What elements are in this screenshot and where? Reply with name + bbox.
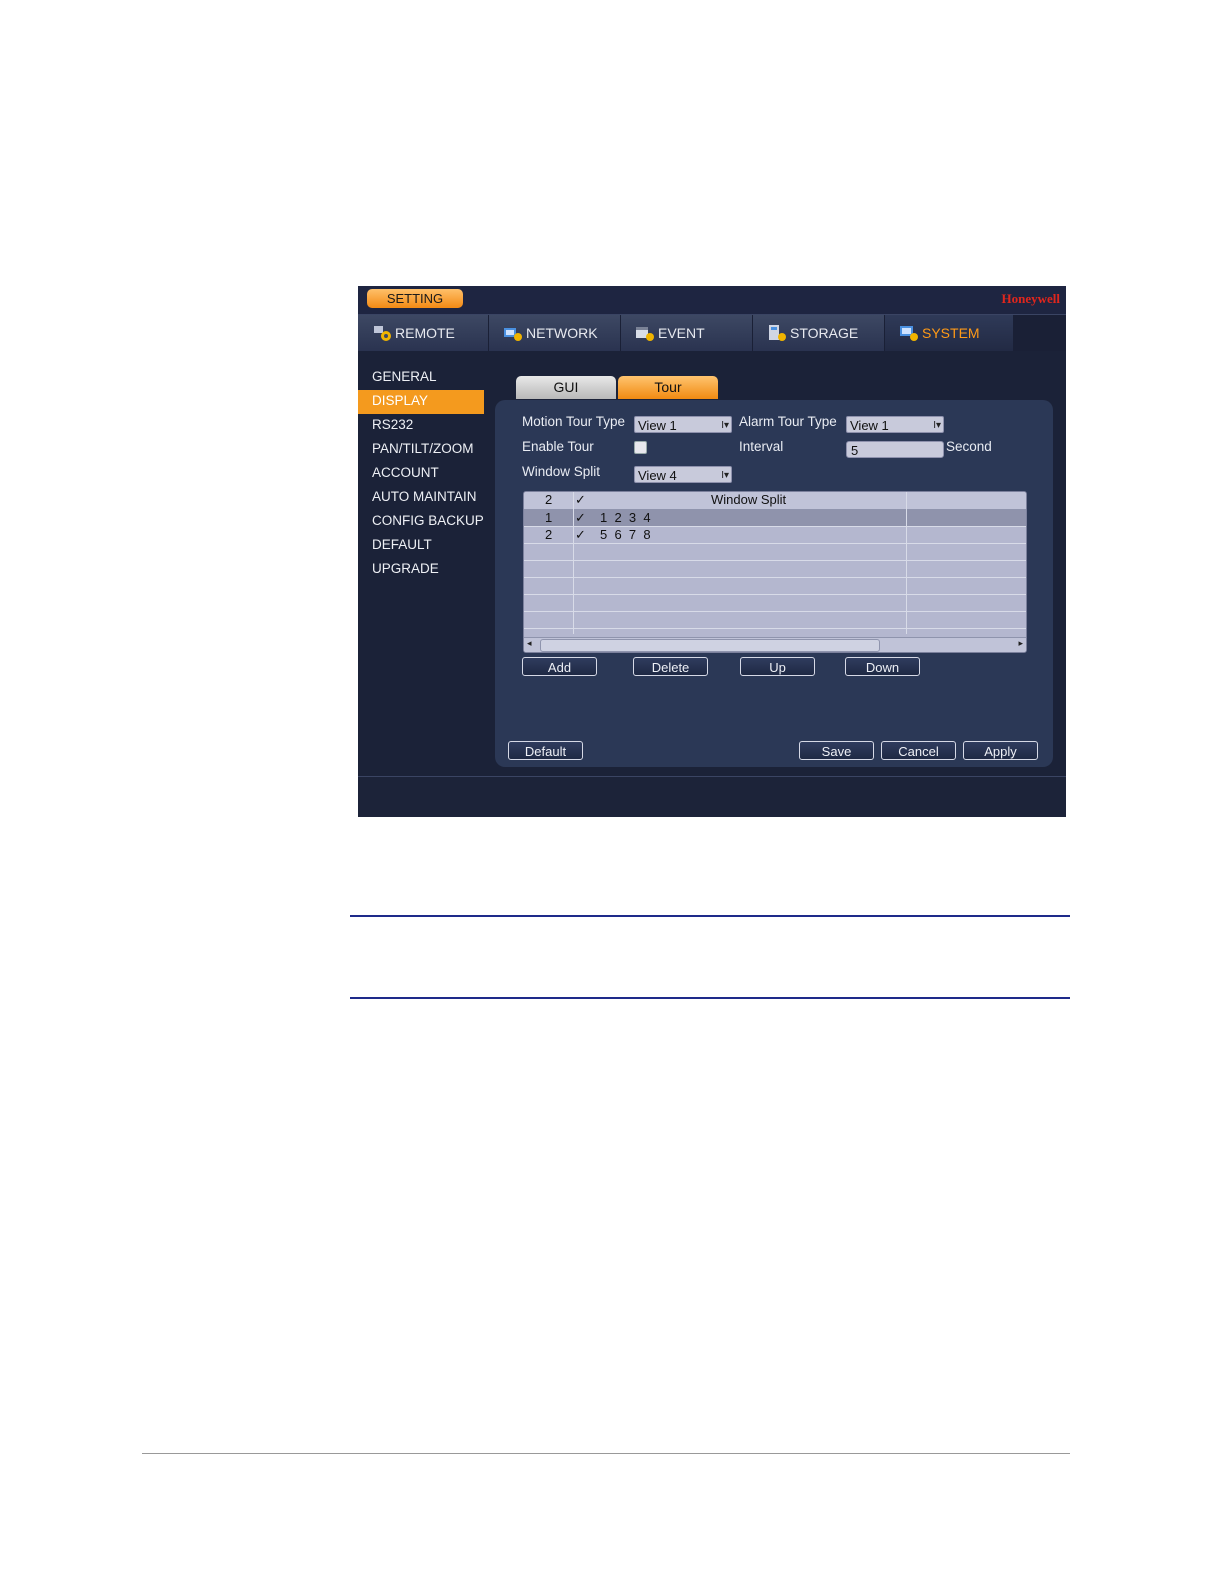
storage-gear-icon <box>767 324 787 342</box>
tab-remote[interactable]: REMOTE <box>358 315 489 351</box>
subtab-gui[interactable]: GUI <box>516 376 616 399</box>
motion-tour-type-label: Motion Tour Type <box>522 414 626 429</box>
sidebar-item-config-backup[interactable]: CONFIG BACKUP <box>358 510 484 534</box>
table-row-empty <box>524 595 1026 612</box>
subtab-tour[interactable]: Tour <box>618 376 718 399</box>
tab-event-label: EVENT <box>658 325 705 341</box>
interval-input[interactable]: 5 <box>846 441 944 458</box>
tour-list-table[interactable]: 2 ✓ Window Split 1 ✓ 1 2 3 4 2 ✓ 5 6 7 8… <box>523 491 1027 653</box>
row-number: 2 <box>545 527 553 542</box>
dropdown-arrow-icon: I▾ <box>721 470 729 481</box>
sidebar-item-rs232[interactable]: RS232 <box>358 414 484 438</box>
sidebar-item-account[interactable]: ACCOUNT <box>358 462 484 486</box>
main-tab-bar: REMOTE NETWORK EVENT STORAGE SYSTEM <box>358 315 1066 351</box>
cancel-button[interactable]: Cancel <box>881 741 956 760</box>
table-row-empty <box>524 612 1026 629</box>
status-bar <box>358 776 1066 817</box>
dropdown-arrow-icon: I▾ <box>721 420 729 431</box>
alarm-tour-type-label: Alarm Tour Type <box>739 414 837 429</box>
tab-storage-label: STORAGE <box>790 325 859 341</box>
table-row-empty <box>524 578 1026 595</box>
title-bar: SETTING Honeywell <box>358 286 1066 315</box>
tab-system-label: SYSTEM <box>922 325 980 341</box>
header-count: 2 <box>545 492 553 507</box>
dvr-settings-window: SETTING Honeywell REMOTE NETWORK EVENT S… <box>358 286 1066 817</box>
window-split-label: Window Split <box>522 464 601 479</box>
sidebar-item-pan-tilt-zoom[interactable]: PAN/TILT/ZOOM <box>358 438 484 462</box>
table-row[interactable]: 1 ✓ 1 2 3 4 <box>524 510 1026 527</box>
alarm-tour-type-select[interactable]: View 1 I▾ <box>846 416 944 433</box>
up-button[interactable]: Up <box>740 657 815 676</box>
column-divider <box>573 492 574 634</box>
table-header: 2 ✓ Window Split <box>524 492 1026 510</box>
sidebar: GENERAL DISPLAY RS232 PAN/TILT/ZOOM ACCO… <box>358 366 484 582</box>
alarm-tour-type-value: View 1 <box>850 418 889 433</box>
sidebar-item-upgrade[interactable]: UPGRADE <box>358 558 484 582</box>
column-divider <box>906 492 907 634</box>
apply-button[interactable]: Apply <box>963 741 1038 760</box>
system-gear-icon <box>899 324 919 342</box>
row-number: 1 <box>545 510 553 525</box>
scroll-left-icon[interactable]: ◂ <box>527 638 532 649</box>
sidebar-item-default[interactable]: DEFAULT <box>358 534 484 558</box>
enable-tour-checkbox[interactable] <box>634 441 647 454</box>
interval-label: Interval <box>739 439 784 454</box>
add-button[interactable]: Add <box>522 657 597 676</box>
header-check-icon[interactable]: ✓ <box>575 492 586 508</box>
enable-tour-label: Enable Tour <box>522 439 594 454</box>
event-gear-icon <box>635 324 655 342</box>
motion-tour-type-select[interactable]: View 1 I▾ <box>634 416 732 433</box>
tab-network[interactable]: NETWORK <box>489 315 621 351</box>
tab-system[interactable]: SYSTEM <box>885 315 1014 351</box>
scrollbar-thumb[interactable] <box>540 639 880 652</box>
delete-button[interactable]: Delete <box>633 657 708 676</box>
note-top-rule <box>350 915 1070 917</box>
tab-remote-label: REMOTE <box>395 325 455 341</box>
horizontal-scrollbar[interactable]: ◂ ▸ <box>524 637 1026 652</box>
row-channels: 1 2 3 4 <box>600 510 651 525</box>
window-split-value: View 4 <box>638 468 677 483</box>
tab-network-label: NETWORK <box>526 325 598 341</box>
sidebar-item-general[interactable]: GENERAL <box>358 366 484 390</box>
tab-event[interactable]: EVENT <box>621 315 753 351</box>
brand-logo: Honeywell <box>1001 291 1061 306</box>
row-check-icon[interactable]: ✓ <box>575 527 586 543</box>
page-footer-rule <box>142 1453 1070 1454</box>
motion-tour-type-value: View 1 <box>638 418 677 433</box>
dropdown-arrow-icon: I▾ <box>933 420 941 431</box>
header-window-split: Window Split <box>711 492 787 507</box>
remote-gear-icon <box>372 324 392 342</box>
row-channels: 5 6 7 8 <box>600 527 651 542</box>
window-split-select[interactable]: View 4 I▾ <box>634 466 732 483</box>
note-bottom-rule <box>350 997 1070 999</box>
save-button[interactable]: Save <box>799 741 874 760</box>
setting-title: SETTING <box>367 289 463 308</box>
network-gear-icon <box>503 324 523 342</box>
tab-storage[interactable]: STORAGE <box>753 315 885 351</box>
row-check-icon[interactable]: ✓ <box>575 510 586 526</box>
sidebar-item-auto-maintain[interactable]: AUTO MAINTAIN <box>358 486 484 510</box>
scroll-right-icon[interactable]: ▸ <box>1018 638 1023 649</box>
down-button[interactable]: Down <box>845 657 920 676</box>
table-row-empty <box>524 544 1026 561</box>
table-row[interactable]: 2 ✓ 5 6 7 8 <box>524 527 1026 544</box>
table-row-empty <box>524 561 1026 578</box>
default-button[interactable]: Default <box>508 741 583 760</box>
interval-unit: Second <box>946 439 992 454</box>
sidebar-item-display[interactable]: DISPLAY <box>358 390 484 414</box>
